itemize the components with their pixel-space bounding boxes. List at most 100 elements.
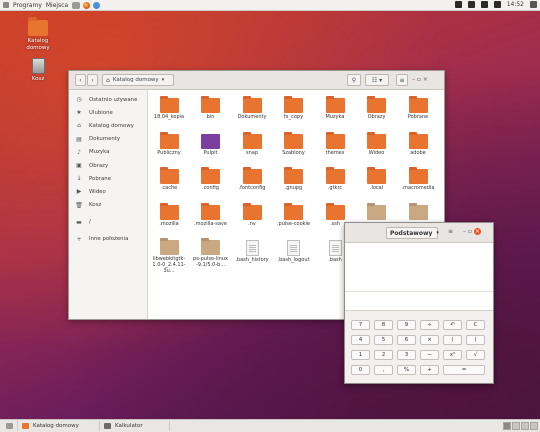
calc-key[interactable]: √ (466, 350, 485, 360)
taskbar-item-calculator[interactable]: Kalkulator (100, 421, 170, 431)
calc-key[interactable]: 8 (374, 320, 393, 330)
file-item[interactable]: Publiczny (151, 131, 187, 156)
calc-key[interactable]: 4 (351, 335, 370, 345)
file-item[interactable]: Obrazy (359, 96, 395, 120)
minimize-icon[interactable]: – (412, 76, 415, 83)
file-item[interactable]: .local (359, 167, 395, 191)
calc-key[interactable]: ÷ (420, 320, 439, 330)
search-button[interactable]: ⚲ (347, 74, 361, 86)
close-icon[interactable]: × (473, 228, 481, 235)
sidebar-item-documents[interactable]: ▤ Dokumenty (69, 133, 147, 146)
calc-key[interactable]: 1 (351, 350, 370, 360)
calc-key[interactable]: + (420, 365, 439, 375)
power-icon[interactable] (530, 1, 537, 8)
network-icon[interactable] (72, 1, 81, 9)
sidebar-item-root[interactable]: ▬ / (69, 216, 147, 229)
minimize-icon[interactable]: – (463, 228, 466, 235)
file-item[interactable]: libwebkitgtk-1.0-0_2.4.11-3u... (151, 238, 187, 274)
calc-key[interactable]: 6 (397, 335, 416, 345)
desktop-trash[interactable]: Kosz (18, 58, 58, 83)
calc-key[interactable]: 9 (397, 320, 416, 330)
calc-display[interactable] (345, 243, 493, 311)
file-item[interactable]: fx_copy (276, 96, 312, 120)
file-item[interactable]: .bash_history (234, 240, 270, 263)
file-item[interactable]: Szablony (276, 131, 312, 156)
sidebar-item-downloads[interactable]: ↓ Pobrane (69, 172, 147, 185)
calc-key[interactable]: − (420, 350, 439, 360)
sidebar-item-starred[interactable]: ★ Ulubione (69, 106, 147, 119)
file-item[interactable] (359, 202, 395, 221)
help-icon[interactable] (93, 1, 101, 9)
file-item[interactable]: adobe (400, 131, 436, 156)
calc-key[interactable]: x² (443, 350, 462, 360)
file-item[interactable]: .mozilla-save (193, 202, 229, 227)
workspace-1[interactable] (503, 422, 511, 430)
keyboard-icon[interactable] (454, 1, 462, 8)
location-bar[interactable]: ⌂ Katalog domowy ▾ (102, 74, 174, 86)
file-item[interactable]: 18.04_kopia (151, 96, 187, 120)
file-item[interactable]: Pulpit (193, 133, 229, 156)
file-item[interactable]: .bash_logout (276, 240, 312, 263)
close-icon[interactable]: × (423, 76, 428, 83)
volume-icon[interactable] (493, 1, 501, 8)
forward-button[interactable]: › (87, 74, 98, 86)
calc-key[interactable]: ↶ (443, 320, 462, 330)
workspace-4[interactable] (530, 422, 538, 430)
file-item[interactable]: .config (193, 167, 229, 191)
mail-icon[interactable] (480, 1, 488, 8)
file-item[interactable]: Wideo (359, 131, 395, 156)
menu-button[interactable]: ≡ (396, 74, 408, 86)
calc-mode-selector[interactable]: Podstawowy ▾ (386, 227, 439, 239)
workspace-3[interactable] (521, 422, 529, 430)
view-options-button[interactable]: ☷ ▾ (365, 74, 389, 86)
file-item[interactable]: ps-pulse-linux-9.1/5.0-b... (193, 238, 229, 268)
sidebar-item-trash[interactable]: 🗑 Kosz (69, 199, 147, 212)
sidebar-item-other-locations[interactable]: + Inne położenia (69, 233, 147, 246)
calc-key[interactable]: 7 (351, 320, 370, 330)
file-item[interactable]: Dokumenty (234, 96, 270, 120)
clock[interactable]: 14:52 (507, 1, 524, 8)
file-item[interactable]: .gnupg (276, 167, 312, 191)
file-item[interactable]: .mozilla (151, 202, 187, 227)
file-item[interactable]: .pulse-cookie (276, 202, 312, 227)
file-item[interactable]: snap (234, 131, 270, 156)
calc-key[interactable]: 2 (374, 350, 393, 360)
taskbar-item-files[interactable]: Katalog domowy (18, 421, 100, 431)
calc-key[interactable]: ) (466, 335, 485, 345)
calc-key[interactable]: 5 (374, 335, 393, 345)
workspace-switcher[interactable] (503, 422, 538, 430)
sidebar-item-videos[interactable]: ▶ Wideo (69, 185, 147, 198)
file-item[interactable]: .cache (151, 167, 187, 191)
sidebar-item-recent[interactable]: ◷ Ostatnio używane (69, 93, 147, 106)
calc-key[interactable]: % (397, 365, 416, 375)
file-item[interactable]: themes (317, 131, 353, 156)
file-item[interactable]: Muzyka (317, 96, 353, 120)
calc-key[interactable]: , (374, 365, 393, 375)
file-item[interactable] (400, 202, 436, 221)
calc-key[interactable]: = (443, 365, 485, 375)
apps-icon[interactable] (3, 2, 9, 8)
file-item[interactable]: .nv (234, 202, 270, 227)
calc-key[interactable]: 0 (351, 365, 370, 375)
maximize-icon[interactable]: ▫ (468, 228, 472, 235)
firefox-icon[interactable] (83, 1, 91, 9)
sidebar-item-music[interactable]: ♪ Muzyka (69, 146, 147, 159)
file-item[interactable]: .gtkrc (317, 167, 353, 191)
workspace-2[interactable] (512, 422, 520, 430)
calc-key[interactable]: ( (443, 335, 462, 345)
file-item[interactable]: bin (193, 96, 229, 120)
file-item[interactable]: Pobrane (400, 96, 436, 120)
sidebar-item-home[interactable]: ⌂ Katalog domowy (69, 119, 147, 132)
file-item[interactable]: .macromedia (400, 167, 436, 191)
calc-key[interactable]: × (420, 335, 439, 345)
calc-menu-button[interactable]: ≡ (448, 228, 453, 235)
maximize-icon[interactable]: ▫ (417, 76, 421, 83)
calc-key[interactable]: 3 (397, 350, 416, 360)
file-item[interactable]: .fontconfig (234, 167, 270, 191)
calc-key[interactable]: C (466, 320, 485, 330)
desktop-home-folder[interactable]: Katalog domowy (18, 17, 58, 52)
menu-places[interactable]: Miejsca (46, 2, 68, 9)
menu-programs[interactable]: Programy (13, 2, 42, 9)
network-status-icon[interactable] (467, 1, 475, 8)
sidebar-item-pictures[interactable]: ▣ Obrazy (69, 159, 147, 172)
